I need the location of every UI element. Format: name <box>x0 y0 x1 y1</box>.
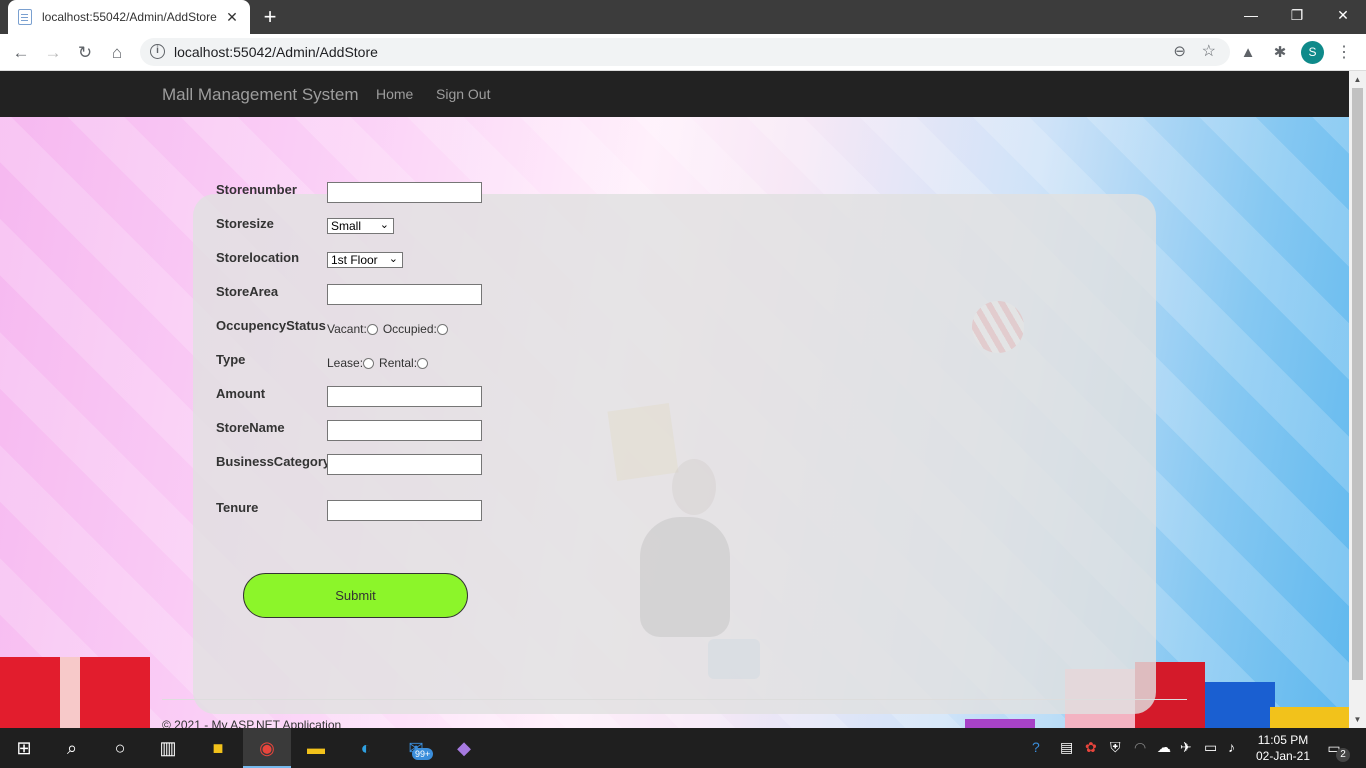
chrome-icon[interactable]: ◉ <box>243 728 291 768</box>
storesize-select[interactable]: Small ⌄ <box>327 218 394 234</box>
home-icon[interactable]: ⌂ <box>104 40 130 66</box>
menu-icon[interactable]: ⋮ <box>1336 42 1352 64</box>
amount-label: Amount <box>216 386 266 401</box>
scrollbar-thumb[interactable] <box>1352 88 1363 680</box>
zoom-icon[interactable]: ⊖ <box>1173 42 1186 60</box>
drive-icon[interactable]: ▲ <box>1237 42 1259 64</box>
battery-icon[interactable]: ▭ <box>1204 739 1217 756</box>
storearea-label: StoreArea <box>216 284 279 299</box>
store-icon[interactable]: ■ <box>194 728 242 768</box>
occupancy-label: OccupencyStatus <box>216 318 326 333</box>
chevron-down-icon: ⌄ <box>388 253 398 265</box>
site-navbar: Mall Management System Home Sign Out <box>0 71 1349 117</box>
tab-title: localhost:55042/Admin/AddStore <box>42 10 217 24</box>
footer-divider <box>162 699 1187 700</box>
mail-badge: 99+ <box>412 748 434 760</box>
site-brand[interactable]: Mall Management System <box>162 85 359 105</box>
chevron-down-icon: ⌄ <box>379 219 389 231</box>
lease-label: Lease: <box>327 356 364 370</box>
vacant-label: Vacant: <box>327 322 367 336</box>
restore-button[interactable]: ❐ <box>1274 0 1320 30</box>
page-scrollbar[interactable]: ▲ ▼ <box>1349 71 1366 728</box>
scroll-down-icon[interactable]: ▼ <box>1349 711 1366 728</box>
storelocation-select[interactable]: 1st Floor ⌄ <box>327 252 403 268</box>
browser-tab[interactable]: localhost:55042/Admin/AddStore ✕ <box>8 0 250 34</box>
volume-icon[interactable]: ♪ <box>1228 739 1235 755</box>
page-viewport: Mall Management System Home Sign Out Sto… <box>0 71 1349 728</box>
taskbar-clock[interactable]: 11:05 PM 02-Jan-21 <box>1252 732 1314 764</box>
amount-input[interactable] <box>327 386 482 407</box>
nav-home-link[interactable]: Home <box>376 86 413 102</box>
storenumber-label: Storenumber <box>216 182 297 197</box>
tray-app-icon[interactable]: ✈ <box>1180 739 1192 756</box>
extensions-icon[interactable]: ✱ <box>1269 42 1291 64</box>
info-icon[interactable]: i <box>150 44 165 59</box>
browser-tab-strip: localhost:55042/Admin/AddStore ✕ + — ❐ ✕ <box>0 0 1366 34</box>
clock-date: 02-Jan-21 <box>1255 749 1311 763</box>
type-label: Type <box>216 352 246 367</box>
storesize-label: Storesize <box>216 216 274 231</box>
security-icon[interactable]: ⛨ <box>1110 739 1121 756</box>
windows-taskbar: ⊞ ⌕ ○ ▥ ■ ◉ ▬ ◐ ✉99+ ◆ ? ▤ ✿ ⛨ ◠ ☁ ✈ ▭ ♪… <box>0 728 1366 768</box>
sale-bag-illustration <box>965 719 1035 728</box>
storelocation-label: Storelocation <box>216 250 300 265</box>
edge-icon[interactable]: ◐ <box>342 728 390 768</box>
rental-label: Rental: <box>379 356 418 370</box>
reload-icon[interactable]: ↻ <box>72 40 98 66</box>
occupied-radio[interactable] <box>436 323 448 335</box>
windows-start-icon[interactable]: ⊞ <box>0 728 48 768</box>
url-text[interactable]: localhost:55042/Admin/AddStore <box>174 44 378 60</box>
network-drive-icon[interactable]: ▤ <box>1060 739 1073 756</box>
gift-box-illustration <box>0 657 150 728</box>
address-bar[interactable]: i localhost:55042/Admin/AddStore ⊖ ☆ <box>140 38 1230 66</box>
profile-avatar[interactable]: S <box>1301 41 1324 64</box>
forward-icon[interactable]: → <box>40 40 66 66</box>
task-view-icon[interactable]: ▥ <box>144 728 192 768</box>
minimize-button[interactable]: — <box>1228 0 1274 30</box>
new-tab-button[interactable]: + <box>258 4 282 30</box>
occupancy-radio-group: Vacant: Occupied: <box>327 322 450 336</box>
clock-time: 11:05 PM <box>1257 733 1309 747</box>
storename-input[interactable] <box>327 420 482 441</box>
wifi-icon[interactable]: ◠ <box>1134 739 1146 756</box>
storearea-input[interactable] <box>327 284 482 305</box>
storesize-selected: Small <box>331 219 362 233</box>
search-icon[interactable]: ⌕ <box>48 728 96 768</box>
file-explorer-icon[interactable]: ▬ <box>292 728 340 768</box>
footer-text: © 2021 - My ASP.NET Application <box>162 718 342 728</box>
businesscategory-label: BusinessCategory <box>216 454 331 469</box>
vacant-radio[interactable] <box>366 323 378 335</box>
tenure-input[interactable] <box>327 500 482 521</box>
businesscategory-input[interactable] <box>327 454 482 475</box>
storelocation-selected: 1st Floor <box>331 253 378 267</box>
rental-radio[interactable] <box>417 357 429 369</box>
browser-toolbar: ← → ↻ ⌂ i localhost:55042/Admin/AddStore… <box>0 34 1366 71</box>
cortana-icon[interactable]: ○ <box>96 728 144 768</box>
storename-label: StoreName <box>216 420 285 435</box>
visual-studio-icon[interactable]: ◆ <box>440 728 488 768</box>
tenure-label: Tenure <box>216 500 259 515</box>
scroll-up-icon[interactable]: ▲ <box>1349 71 1366 88</box>
close-window-button[interactable]: ✕ <box>1320 0 1366 30</box>
tab-close-icon[interactable]: ✕ <box>224 9 240 26</box>
lease-radio[interactable] <box>363 357 375 369</box>
page-icon <box>18 9 32 25</box>
onedrive-icon[interactable]: ☁ <box>1157 739 1171 756</box>
back-icon[interactable]: ← <box>8 40 34 66</box>
sale-bag-illustration <box>1205 682 1275 728</box>
sale-bag-illustration <box>1270 707 1349 728</box>
background-image <box>0 117 1349 728</box>
submit-button[interactable]: Submit <box>243 573 468 618</box>
type-radio-group: Lease: Rental: <box>327 356 430 370</box>
star-icon[interactable]: ☆ <box>1202 41 1216 61</box>
storenumber-input[interactable] <box>327 182 482 203</box>
help-icon[interactable]: ? <box>1032 739 1040 755</box>
mail-icon[interactable]: ✉99+ <box>392 728 440 768</box>
occupied-label: Occupied: <box>382 322 437 336</box>
app-tray-icon[interactable]: ✿ <box>1085 739 1097 756</box>
nav-signout-link[interactable]: Sign Out <box>436 86 490 102</box>
notification-count: 2 <box>1336 748 1350 762</box>
